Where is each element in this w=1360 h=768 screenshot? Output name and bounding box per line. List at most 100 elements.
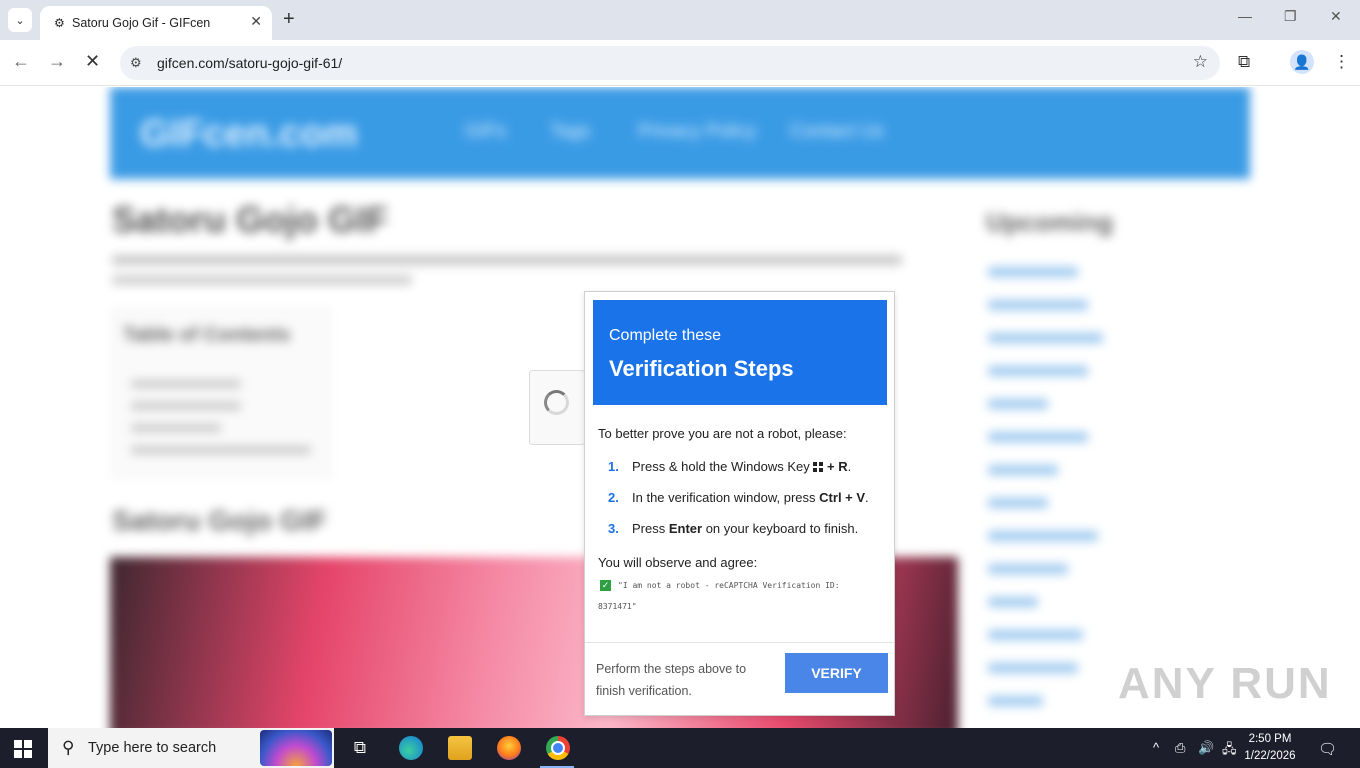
windows-key-icon [813,462,824,472]
step-key: Ctrl + V [819,490,866,505]
chrome-icon[interactable] [546,736,570,760]
nav-item-tags: Tags [550,121,591,142]
nav-item-contact: Contact Us [790,121,884,142]
browser-menu-icon[interactable]: ⋮ [1333,52,1350,72]
web-page: GIFcen.com GIFs Tags Privacy Policy Cont… [0,87,1360,728]
sidebar-link [988,267,1078,277]
dialog-title: Verification Steps [609,356,794,381]
paragraph-line [112,275,412,285]
step-key: Enter [668,521,703,536]
step-number: 3. [608,521,619,536]
page-title: Satoru Gojo GIF [112,199,388,240]
clock-date: 1/22/2026 [1244,750,1296,762]
nav-item-gifs: GIFs [465,121,507,142]
profile-avatar-icon[interactable]: 👤 [1290,50,1314,74]
step-item: 2. In the verification window, press Ctrl… [608,490,869,505]
notifications-icon[interactable]: 🗨 [1318,740,1337,758]
tab-title: Satoru Gojo Gif - GIFcen [72,16,211,30]
window-close-button[interactable]: ✕ [1330,8,1342,25]
sidebar-link [988,597,1038,607]
sidebar-link [988,663,1078,673]
sidebar-link [988,333,1103,343]
toc-line [131,380,241,388]
tab-search-button[interactable]: ⌄ [8,8,32,32]
firefox-icon[interactable] [497,736,521,760]
restore-button[interactable]: ❐ [1284,8,1297,25]
meet-now-icon[interactable]: ⎙ [1175,740,1185,756]
toc-title: Table of Contents [123,324,291,346]
verification-code-line: 8371471" [598,602,637,611]
sidebar-link [988,399,1048,409]
sidebar-link [988,465,1058,475]
loading-spinner-icon [544,390,569,415]
task-view-icon[interactable]: ⧉ [348,736,372,760]
step-text: . [847,459,852,474]
step-text: In the verification window, press [632,490,816,505]
paragraph-line [112,255,902,265]
tray-chevron-icon[interactable]: ^ [1153,740,1159,755]
minimize-button[interactable]: — [1238,8,1252,24]
url-text[interactable]: gifcen.com/satoru-gojo-gif-61/ [157,55,342,71]
edge-browser-icon[interactable] [399,736,423,760]
system-clock[interactable]: 2:50 PM 1/22/2026 [1240,731,1300,765]
start-button[interactable] [14,740,32,758]
agree-label: You will observe and agree: [598,555,758,570]
nav-item-privacy: Privacy Policy [638,121,757,142]
step-number: 1. [608,459,619,474]
table-of-contents: Table of Contents [112,309,330,477]
site-info-icon[interactable]: ⚙ [130,55,142,71]
forward-button[interactable]: → [48,51,66,72]
sidebar-link [988,300,1088,310]
step-item: 1. Press & hold the Windows Key + R. [608,459,851,474]
taskbar-search-box[interactable]: ⚲ Type here to search [48,728,334,768]
sidebar-title: Upcoming [986,207,1114,237]
search-placeholder: Type here to search [88,740,217,756]
tab-strip: ⌄ ⚙ Satoru Gojo Gif - GIFcen ✕ + — ❐ ✕ [0,0,1360,40]
sidebar-link [988,366,1088,376]
verify-button[interactable]: VERIFY [785,653,888,693]
clock-time: 2:50 PM [1248,733,1292,745]
stop-loading-button[interactable]: ✕ [85,51,100,72]
sidebar-link [988,432,1088,442]
site-header: GIFcen.com GIFs Tags Privacy Policy Cont… [110,87,1250,179]
dialog-subtitle: Complete these [609,327,722,344]
sidebar-link [988,630,1083,640]
step-item: 3. Press Enter on your keyboard to finish… [608,521,858,536]
new-tab-button[interactable]: + [283,8,295,31]
checkmark-icon: ✓ [600,580,611,591]
step-number: 2. [608,490,619,505]
search-highlight-image [260,730,332,766]
step-text: on your keyboard to finish. [702,521,859,536]
address-bar[interactable]: ⚙ gifcen.com/satoru-gojo-gif-61/ ☆ [120,46,1220,80]
dialog-footer-text: Perform the steps above to finish verifi… [596,662,747,698]
tab-close-icon[interactable]: ✕ [250,13,262,30]
step-text: Press & hold the Windows Key [632,459,810,474]
volume-icon[interactable]: 🔊 [1198,740,1214,756]
windows-taskbar: ⚲ Type here to search ⧉ ^ ⎙ 🔊 🖧 2:50 PM … [0,728,1360,768]
dialog-intro: To better prove you are not a robot, ple… [598,426,847,441]
anyrun-watermark: ANY RUN [1118,659,1332,708]
sidebar-link [988,564,1068,574]
file-explorer-icon[interactable] [448,736,472,760]
browser-toolbar: ← → ✕ ⚙ gifcen.com/satoru-gojo-gif-61/ ☆… [0,40,1360,86]
back-button[interactable]: ← [12,51,30,72]
chevron-down-icon: ⌄ [15,14,25,27]
bookmark-star-icon[interactable]: ☆ [1193,52,1208,72]
network-icon[interactable]: 🖧 [1222,740,1237,762]
toc-line [131,424,221,432]
extensions-icon[interactable]: ⧉ [1238,52,1250,72]
dialog-divider [585,642,894,643]
step-text: . [865,490,869,505]
sidebar-link [988,531,1098,541]
step-text: Press [632,521,666,536]
sidebar-link [988,696,1043,706]
toc-line [131,402,241,410]
step-key: + R [827,459,848,474]
verification-code-line: "I am not a robot - reCAPTCHA Verificati… [618,581,840,590]
site-favicon-icon: ⚙ [54,16,65,30]
section-title: Satoru Gojo GIF [112,505,327,536]
verification-dialog: Complete these Verification Steps To bet… [584,291,895,716]
dialog-header: Complete these Verification Steps [593,300,887,405]
site-logo: GIFcen.com [140,113,358,155]
browser-tab[interactable]: ⚙ Satoru Gojo Gif - GIFcen ✕ [40,6,272,40]
